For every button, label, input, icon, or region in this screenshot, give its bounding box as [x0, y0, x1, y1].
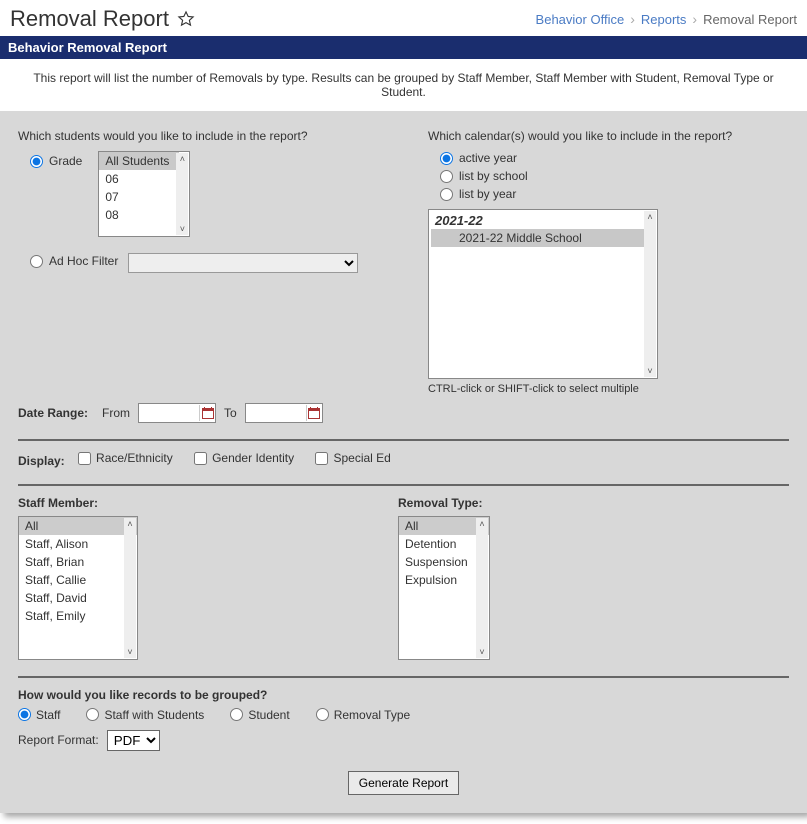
students-question: Which students would you like to include…	[18, 129, 398, 143]
breadcrumb-link[interactable]: Reports	[641, 12, 687, 27]
list-item[interactable]: Staff, David	[19, 589, 137, 607]
subheader-bar: Behavior Removal Report	[0, 36, 807, 59]
radio-adhoc[interactable]: Ad Hoc Filter	[30, 254, 118, 268]
checkbox-race-label: Race/Ethnicity	[96, 451, 173, 465]
tree-year: 2021-22	[431, 212, 655, 229]
radio-group-student-input[interactable]	[230, 708, 243, 721]
calendar-hint: CTRL-click or SHIFT-click to select mult…	[428, 383, 789, 395]
to-date-input[interactable]	[246, 404, 306, 422]
display-label: Display:	[18, 454, 65, 468]
checkbox-race[interactable]: Race/Ethnicity	[78, 451, 173, 465]
radio-group-staff-input[interactable]	[18, 708, 31, 721]
format-select[interactable]: PDF	[107, 730, 160, 751]
chevron-right-icon: ›	[630, 11, 635, 27]
checkbox-gender-input[interactable]	[194, 452, 207, 465]
report-description: This report will list the number of Remo…	[0, 59, 807, 111]
format-label: Report Format:	[18, 733, 99, 747]
removal-label: Removal Type:	[398, 496, 490, 510]
to-label: To	[224, 406, 237, 420]
checkbox-gender[interactable]: Gender Identity	[194, 451, 294, 465]
scrollbar[interactable]: ˄ ˅	[644, 211, 656, 377]
removal-multiselect[interactable]: All Detention Suspension Expulsion ˄ ˅	[398, 516, 490, 660]
scroll-up-icon[interactable]: ˄	[476, 518, 488, 530]
scrollbar[interactable]: ˄ ˅	[476, 518, 488, 658]
calendar-tree[interactable]: 2021-22 2021-22 Middle School ˄ ˅	[428, 209, 658, 379]
radio-grade[interactable]: Grade	[30, 151, 82, 168]
radio-group-staff[interactable]: Staff	[18, 708, 60, 722]
display-row: Display: Race/Ethnicity Gender Identity …	[18, 451, 789, 468]
radio-list-by-year[interactable]: list by year	[440, 187, 789, 201]
checkbox-specialed-input[interactable]	[315, 452, 328, 465]
list-item[interactable]: 06	[99, 170, 179, 188]
list-item[interactable]: All Students	[99, 152, 179, 170]
scroll-up-icon[interactable]: ˄	[644, 211, 656, 223]
radio-group-removal-type-input[interactable]	[316, 708, 329, 721]
calendar-question: Which calendar(s) would you like to incl…	[428, 129, 789, 143]
calendar-icon[interactable]	[199, 405, 215, 421]
scroll-down-icon[interactable]: ˅	[644, 365, 656, 377]
page-title: Removal Report	[10, 6, 169, 32]
radio-grade-label: Grade	[49, 154, 82, 168]
radio-grade-input[interactable]	[30, 155, 43, 168]
scroll-down-icon[interactable]: ˅	[124, 646, 136, 658]
list-item[interactable]: All	[19, 517, 137, 535]
list-item[interactable]: 08	[99, 206, 179, 224]
calendar-icon[interactable]	[306, 405, 322, 421]
grade-multiselect[interactable]: All Students 06 07 08 ˄ ˅	[98, 151, 190, 237]
staff-multiselect[interactable]: All Staff, Alison Staff, Brian Staff, Ca…	[18, 516, 138, 660]
radio-group-student[interactable]: Student	[230, 708, 289, 722]
list-item[interactable]: 07	[99, 188, 179, 206]
radio-active-year[interactable]: active year	[440, 151, 789, 165]
radio-list-by-year-input[interactable]	[440, 188, 453, 201]
divider	[18, 484, 789, 486]
radio-group-removal-type-label: Removal Type	[334, 708, 410, 722]
breadcrumb: Behavior Office › Reports › Removal Repo…	[536, 11, 797, 27]
checkbox-race-input[interactable]	[78, 452, 91, 465]
radio-list-by-school[interactable]: list by school	[440, 169, 789, 183]
scroll-up-icon[interactable]: ˄	[176, 153, 188, 165]
scrollbar[interactable]: ˄ ˅	[176, 153, 188, 235]
radio-adhoc-input[interactable]	[30, 255, 43, 268]
radio-list-by-school-label: list by school	[459, 169, 528, 183]
list-item[interactable]: Staff, Brian	[19, 553, 137, 571]
breadcrumb-current: Removal Report	[703, 12, 797, 27]
checkbox-specialed[interactable]: Special Ed	[315, 451, 390, 465]
radio-group-staff-students-label: Staff with Students	[104, 708, 204, 722]
radio-list-by-school-input[interactable]	[440, 170, 453, 183]
list-item[interactable]: Staff, Emily	[19, 607, 137, 625]
favorite-star-icon[interactable]	[177, 10, 195, 28]
breadcrumb-link[interactable]: Behavior Office	[536, 12, 625, 27]
radio-active-year-input[interactable]	[440, 152, 453, 165]
checkbox-specialed-label: Special Ed	[333, 451, 390, 465]
list-item[interactable]: Staff, Callie	[19, 571, 137, 589]
from-date-input[interactable]	[139, 404, 199, 422]
radio-group-student-label: Student	[248, 708, 289, 722]
from-label: From	[102, 406, 130, 420]
chevron-right-icon: ›	[692, 11, 697, 27]
radio-group-staff-students[interactable]: Staff with Students	[86, 708, 204, 722]
adhoc-filter-select[interactable]	[128, 253, 358, 273]
tree-item[interactable]: 2021-22 Middle School	[431, 229, 655, 247]
date-range-label: Date Range:	[18, 406, 88, 420]
grouping-question: How would you like records to be grouped…	[18, 688, 789, 702]
radio-active-year-label: active year	[459, 151, 517, 165]
divider	[18, 676, 789, 678]
radio-list-by-year-label: list by year	[459, 187, 516, 201]
scroll-down-icon[interactable]: ˅	[176, 223, 188, 235]
scrollbar[interactable]: ˄ ˅	[124, 518, 136, 658]
generate-report-button[interactable]: Generate Report	[348, 771, 459, 795]
scroll-up-icon[interactable]: ˄	[124, 518, 136, 530]
scroll-down-icon[interactable]: ˅	[476, 646, 488, 658]
radio-group-staff-students-input[interactable]	[86, 708, 99, 721]
staff-label: Staff Member:	[18, 496, 138, 510]
radio-group-removal-type[interactable]: Removal Type	[316, 708, 410, 722]
checkbox-gender-label: Gender Identity	[212, 451, 294, 465]
divider	[18, 439, 789, 441]
radio-group-staff-label: Staff	[36, 708, 60, 722]
radio-adhoc-label: Ad Hoc Filter	[49, 254, 118, 268]
list-item[interactable]: Staff, Alison	[19, 535, 137, 553]
